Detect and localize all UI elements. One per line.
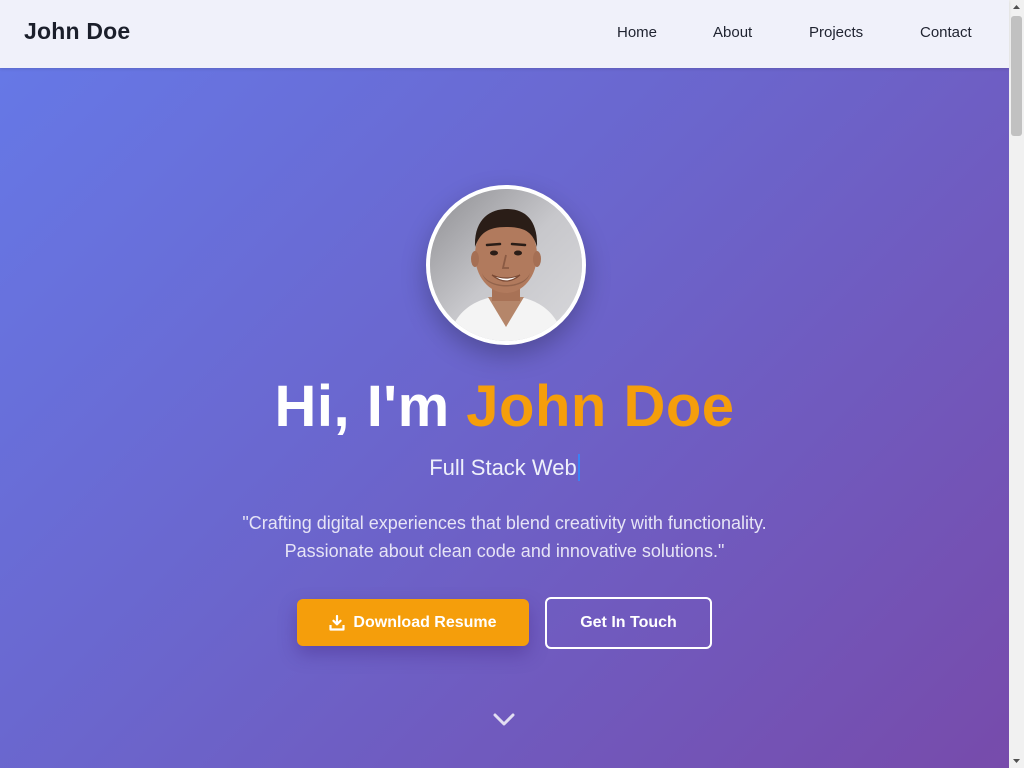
scroll-up-arrow-icon[interactable] bbox=[1009, 0, 1024, 14]
typed-role-text: Full Stack Web bbox=[429, 455, 577, 480]
download-resume-button[interactable]: Download Resume bbox=[297, 599, 529, 646]
navbar: John Doe Home About Projects Contact bbox=[0, 0, 1009, 68]
hero-quote-line-2: Passionate about clean code and innovati… bbox=[284, 541, 725, 561]
nav-link-home[interactable]: Home bbox=[617, 24, 657, 41]
nav-link-contact[interactable]: Contact bbox=[920, 24, 972, 41]
get-in-touch-button[interactable]: Get In Touch bbox=[545, 597, 712, 649]
hero-quote-line-1: "Crafting digital experiences that blend… bbox=[242, 513, 767, 533]
get-in-touch-label: Get In Touch bbox=[580, 614, 677, 631]
chevron-down-icon[interactable] bbox=[492, 712, 516, 728]
nav-link-about[interactable]: About bbox=[713, 24, 752, 41]
nav-link-projects[interactable]: Projects bbox=[809, 24, 863, 41]
download-resume-label: Download Resume bbox=[353, 613, 497, 631]
brand-logo[interactable]: John Doe bbox=[24, 18, 130, 45]
page-scrollbar[interactable] bbox=[1009, 0, 1024, 768]
profile-avatar bbox=[426, 185, 586, 345]
hero-subtitle: Full Stack Web bbox=[0, 453, 1009, 483]
scrollbar-thumb[interactable] bbox=[1011, 16, 1022, 136]
download-icon bbox=[329, 614, 346, 631]
hero-title-name: John Doe bbox=[466, 374, 735, 439]
hero-quote: "Crafting digital experiences that blend… bbox=[150, 509, 859, 565]
hero-section: Hi, I'm John Doe Full Stack Web "Craftin… bbox=[0, 68, 1009, 768]
hero-title: Hi, I'm John Doe bbox=[0, 371, 1009, 443]
profile-photo bbox=[430, 189, 582, 341]
typing-cursor bbox=[577, 454, 580, 481]
hero-title-prefix: Hi, I'm bbox=[274, 374, 467, 439]
scroll-down-arrow-icon[interactable] bbox=[1009, 754, 1024, 768]
